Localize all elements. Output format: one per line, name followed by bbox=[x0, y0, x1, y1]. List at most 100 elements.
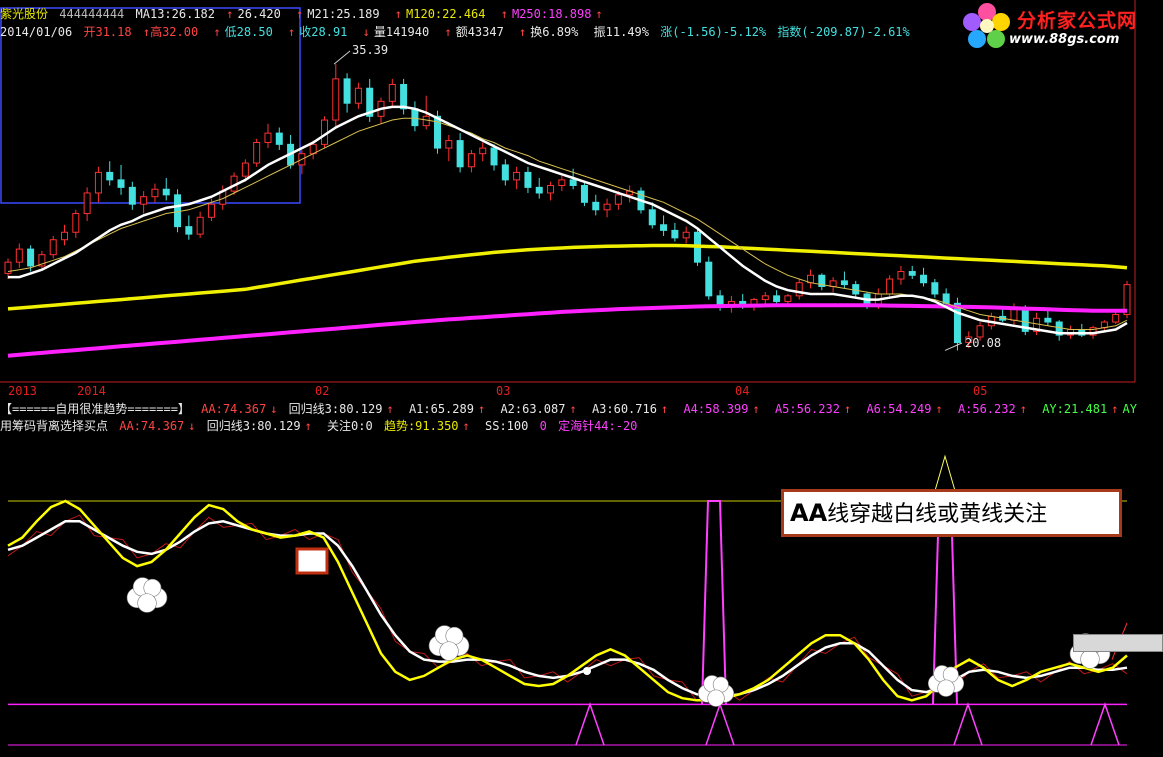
stock-code: 444444444 bbox=[59, 7, 125, 21]
candle-body bbox=[761, 295, 769, 301]
annotation-bold: AA bbox=[790, 499, 828, 527]
high-pointer bbox=[333, 50, 351, 65]
candle-body bbox=[275, 132, 283, 145]
candle-body bbox=[151, 188, 159, 198]
candle-body bbox=[479, 147, 487, 155]
candle-body bbox=[603, 203, 611, 211]
white-square-marker bbox=[295, 547, 329, 575]
x-tick-04: 04 bbox=[735, 384, 750, 398]
candle-body bbox=[49, 239, 57, 256]
candle-body bbox=[140, 196, 148, 205]
x-tick-02: 02 bbox=[315, 384, 330, 398]
candle-body bbox=[354, 87, 362, 104]
candle-body bbox=[106, 171, 114, 181]
candle-body bbox=[332, 78, 340, 121]
candle-body bbox=[400, 83, 408, 110]
candle-body bbox=[61, 231, 69, 241]
candle-body bbox=[908, 271, 916, 276]
ind2-qushi: 趋势:91.350 ↑ bbox=[383, 419, 470, 433]
candle-body bbox=[524, 171, 532, 188]
quote-date: 2014/01/06 bbox=[0, 25, 73, 39]
ind1-a2: A2:63.087 ↑ bbox=[500, 402, 577, 416]
candle-body bbox=[513, 171, 521, 181]
candle-body bbox=[592, 201, 600, 211]
candle-body bbox=[117, 179, 125, 188]
ma120-label: ↑ M120:22.464 bbox=[394, 7, 486, 21]
ind2-zero: 0 bbox=[539, 419, 547, 433]
candle-body bbox=[456, 140, 464, 168]
ind2-dinghai: 定海针44:-20 bbox=[558, 419, 638, 433]
ind1-title: 【======自用很准趋势=======】 bbox=[0, 402, 190, 416]
candle-body bbox=[1112, 314, 1120, 323]
ma250-label: ↑ M250:18.898 ↑ bbox=[500, 7, 603, 21]
quote-amount: ↑ 额43347 bbox=[444, 25, 504, 39]
candle-body bbox=[253, 141, 261, 164]
candle-body bbox=[4, 261, 12, 274]
candle-body bbox=[682, 231, 690, 239]
candle-body bbox=[648, 209, 656, 226]
candle-body bbox=[671, 229, 679, 239]
candle-body bbox=[174, 194, 182, 228]
huigui-line bbox=[7, 520, 1128, 698]
low-pointer bbox=[944, 342, 963, 351]
candle-body bbox=[343, 78, 351, 104]
candle-body bbox=[953, 302, 961, 344]
candle-body bbox=[196, 216, 204, 235]
logo-url: www.88gs.com bbox=[1009, 32, 1120, 47]
spike-3 bbox=[953, 702, 983, 746]
candle-body bbox=[94, 171, 102, 194]
indicator-row-2: 用筹码背离选择买点 AA:74.367 ↓ 回归线3:80.129 ↑ 关注0:0 … bbox=[0, 418, 641, 434]
candle-body bbox=[920, 274, 928, 284]
ind1-aa: AA:74.367 ↓ bbox=[201, 402, 278, 416]
candle-body bbox=[388, 83, 396, 102]
candle-body bbox=[614, 194, 622, 205]
quote-volume: ↓ 量141940 bbox=[362, 25, 430, 39]
header-row: 紫光股份 444444444 MA13:26.182 ↑ 26.420 ↑ M21:… bbox=[0, 6, 611, 22]
ind1-huigui: 回归线3:80.129 ↑ bbox=[288, 402, 394, 416]
mini-toolbar[interactable] bbox=[1073, 634, 1163, 652]
ind1-a1: A1:65.289 ↑ bbox=[408, 402, 486, 416]
ind2-aa: AA:74.367 ↓ bbox=[119, 419, 196, 433]
x-tick-2013: 2013 bbox=[8, 384, 37, 398]
candle-body bbox=[411, 108, 419, 127]
candle-body bbox=[569, 179, 577, 186]
candle-body bbox=[1044, 317, 1052, 323]
candle-body bbox=[897, 271, 905, 280]
quote-low: ↑ 低28.50 bbox=[213, 25, 273, 39]
ind1-a6: A6:54.249 ↑ bbox=[866, 402, 943, 416]
quote-index: 指数(-209.87)-2.61% bbox=[777, 25, 910, 39]
quote-turnover: ↑ 换6.89% bbox=[519, 25, 579, 39]
spike-1 bbox=[575, 702, 605, 746]
cloud-marker-1 bbox=[126, 577, 168, 613]
candle-body bbox=[185, 226, 193, 235]
candle-body bbox=[467, 153, 475, 168]
small-dot-marker bbox=[583, 667, 591, 675]
ind1-a3: A3:60.716 ↑ bbox=[591, 402, 669, 416]
x-tick-05: 05 bbox=[973, 384, 988, 398]
candle-body bbox=[490, 147, 498, 166]
candle-body bbox=[264, 132, 272, 143]
quote-close: ↑ 收28.91 bbox=[288, 25, 348, 39]
pulse-1 bbox=[701, 500, 727, 705]
candle-body bbox=[241, 162, 249, 177]
spike-4 bbox=[1090, 702, 1120, 746]
candle-body bbox=[942, 293, 950, 304]
ind1-a5: A5:56.232 ↑ bbox=[774, 402, 852, 416]
quote-row: 2014/01/06 开31.18 ↑高32.00 ↑ 低28.50 ↑ 收28.9… bbox=[0, 24, 914, 40]
candle-body bbox=[795, 282, 803, 297]
candle-body bbox=[886, 278, 894, 295]
candle-body bbox=[422, 115, 430, 127]
candle-body bbox=[162, 188, 170, 196]
ind2-title: 用筹码背离选择买点 bbox=[0, 419, 109, 433]
candle-body bbox=[128, 186, 136, 205]
candle-body bbox=[773, 295, 781, 302]
ma13-label: MA13:26.182 bbox=[135, 7, 215, 21]
x-tick-2014: 2014 bbox=[77, 384, 106, 398]
x-tick-03: 03 bbox=[496, 384, 511, 398]
candle-body bbox=[83, 192, 91, 215]
site-logo: 分析家公式网 www.88gs.com bbox=[961, 2, 1157, 50]
quote-open: 开31.18 bbox=[83, 25, 132, 39]
candle-body bbox=[501, 164, 509, 181]
candle-body bbox=[445, 140, 453, 149]
annotation-box: AA线穿越白线或黄线关注 bbox=[781, 489, 1122, 537]
